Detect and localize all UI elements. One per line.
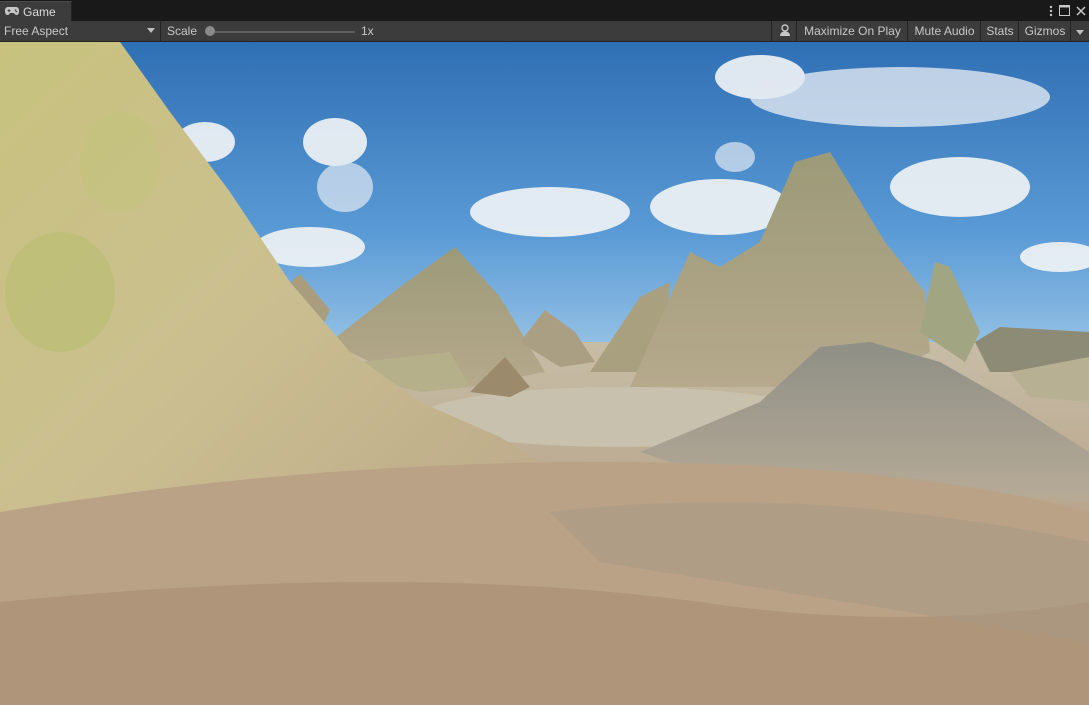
stats-button[interactable]: Stats	[980, 21, 1019, 41]
scale-value: 1x	[361, 24, 374, 38]
mute-audio-label: Mute Audio	[914, 24, 975, 38]
close-icon[interactable]	[1076, 5, 1086, 16]
tab-game[interactable]: Game	[0, 1, 72, 22]
scale-slider-track[interactable]	[210, 31, 355, 33]
gamepad-icon	[5, 3, 19, 21]
maximize-on-play-button[interactable]: Maximize On Play	[796, 21, 908, 41]
mute-audio-button[interactable]: Mute Audio	[907, 21, 981, 41]
audio-settings-button[interactable]	[771, 21, 797, 41]
chevron-down-icon	[1076, 24, 1084, 38]
scene-render	[0, 42, 1089, 705]
gizmos-label: Gizmos	[1024, 24, 1066, 38]
chevron-down-icon	[147, 28, 155, 33]
aspect-label: Free Aspect	[4, 24, 69, 38]
game-toolbar: Free Aspect Scale 1x Maximize On Play Mu…	[0, 21, 1089, 42]
maximize-icon[interactable]	[1059, 5, 1070, 16]
aspect-dropdown[interactable]: Free Aspect	[0, 21, 161, 41]
tab-bar: Game	[0, 0, 1089, 22]
kebab-menu-icon[interactable]	[1049, 5, 1053, 17]
gizmos-dropdown-button[interactable]	[1070, 21, 1089, 41]
game-viewport[interactable]	[0, 42, 1089, 705]
scale-label: Scale	[167, 24, 198, 38]
tab-label: Game	[23, 5, 56, 19]
scale-slider-handle[interactable]	[205, 26, 215, 36]
audio-settings-icon	[779, 23, 791, 39]
gizmos-button[interactable]: Gizmos	[1018, 21, 1071, 41]
maximize-on-play-label: Maximize On Play	[804, 24, 901, 38]
stats-label: Stats	[986, 24, 1014, 38]
